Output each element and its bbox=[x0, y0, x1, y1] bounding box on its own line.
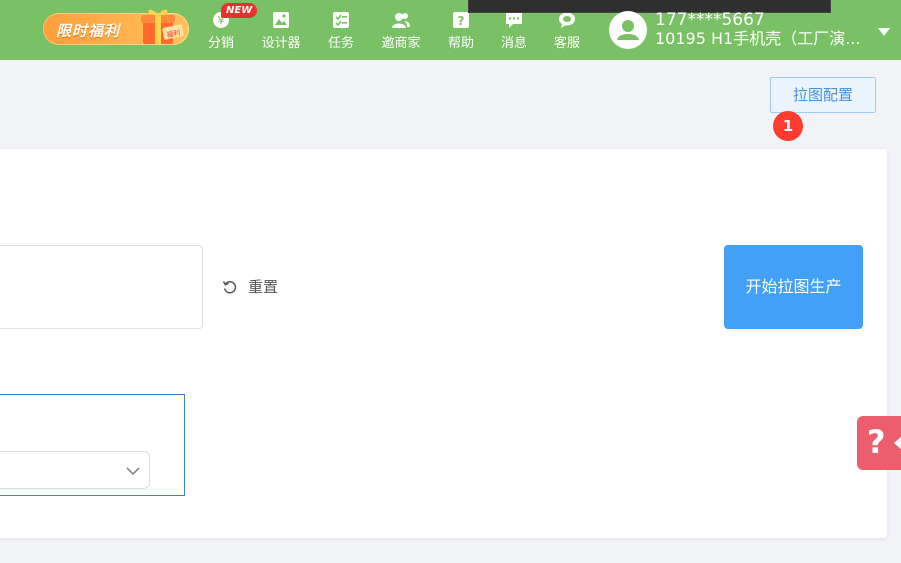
floating-help-button[interactable]: ? bbox=[857, 416, 901, 470]
text-input-area[interactable] bbox=[0, 245, 203, 329]
limited-offer-label: 限时福利 bbox=[56, 22, 121, 40]
chevron-down-icon bbox=[126, 467, 140, 476]
chevron-down-icon[interactable] bbox=[878, 28, 890, 36]
nav-label: 客服 bbox=[553, 36, 580, 51]
refresh-icon bbox=[222, 281, 237, 294]
checklist-icon bbox=[333, 12, 349, 28]
overlay-strip bbox=[468, 0, 831, 13]
user-store-name: 10195 H1手机壳（工厂演... bbox=[655, 29, 861, 48]
question-icon: ? bbox=[453, 12, 469, 28]
user-avatar-icon bbox=[617, 20, 639, 40]
top-navbar: 限时福利 福利 ¥ 分销 NEW 设计器 任务 邀商家 ? 帮助 消息 客服 1… bbox=[0, 0, 901, 60]
avatar[interactable] bbox=[609, 11, 647, 49]
collapse-arrow-icon bbox=[894, 435, 901, 451]
users-icon bbox=[392, 13, 410, 28]
dropdown-select[interactable] bbox=[0, 451, 150, 489]
svg-text:?: ? bbox=[458, 14, 465, 28]
nav-label: 分销 bbox=[207, 36, 234, 51]
nav-tasks[interactable]: 任务 bbox=[323, 8, 359, 54]
image-icon bbox=[273, 12, 289, 28]
nav-label: 消息 bbox=[500, 36, 527, 51]
nav-label: 邀商家 bbox=[381, 36, 421, 51]
step-badge: 1 bbox=[773, 111, 803, 141]
nav-label: 帮助 bbox=[447, 36, 474, 51]
nav-messages[interactable]: 消息 bbox=[496, 8, 532, 54]
nav-customer-service[interactable]: 客服 bbox=[549, 8, 585, 54]
new-badge: NEW bbox=[221, 3, 258, 18]
nav-invite-merchants[interactable]: 邀商家 bbox=[377, 8, 425, 54]
nav-label: 任务 bbox=[327, 36, 354, 51]
nav-help[interactable]: ? 帮助 bbox=[443, 8, 479, 54]
service-icon bbox=[559, 12, 575, 28]
gift-box-icon: 福利 bbox=[141, 9, 184, 44]
reset-label: 重置 bbox=[248, 278, 279, 296]
start-production-button[interactable]: 开始拉图生产 bbox=[724, 245, 863, 329]
nav-designer[interactable]: 设计器 bbox=[257, 8, 305, 54]
chat-icon bbox=[506, 13, 522, 28]
limited-offer-banner[interactable]: 限时福利 福利 bbox=[43, 9, 189, 45]
pull-image-config-button[interactable]: 拉图配置 bbox=[770, 77, 876, 113]
nav-label: 设计器 bbox=[261, 36, 301, 51]
help-question-icon: ? bbox=[867, 423, 886, 461]
user-phone: 177****5667 bbox=[655, 10, 765, 30]
